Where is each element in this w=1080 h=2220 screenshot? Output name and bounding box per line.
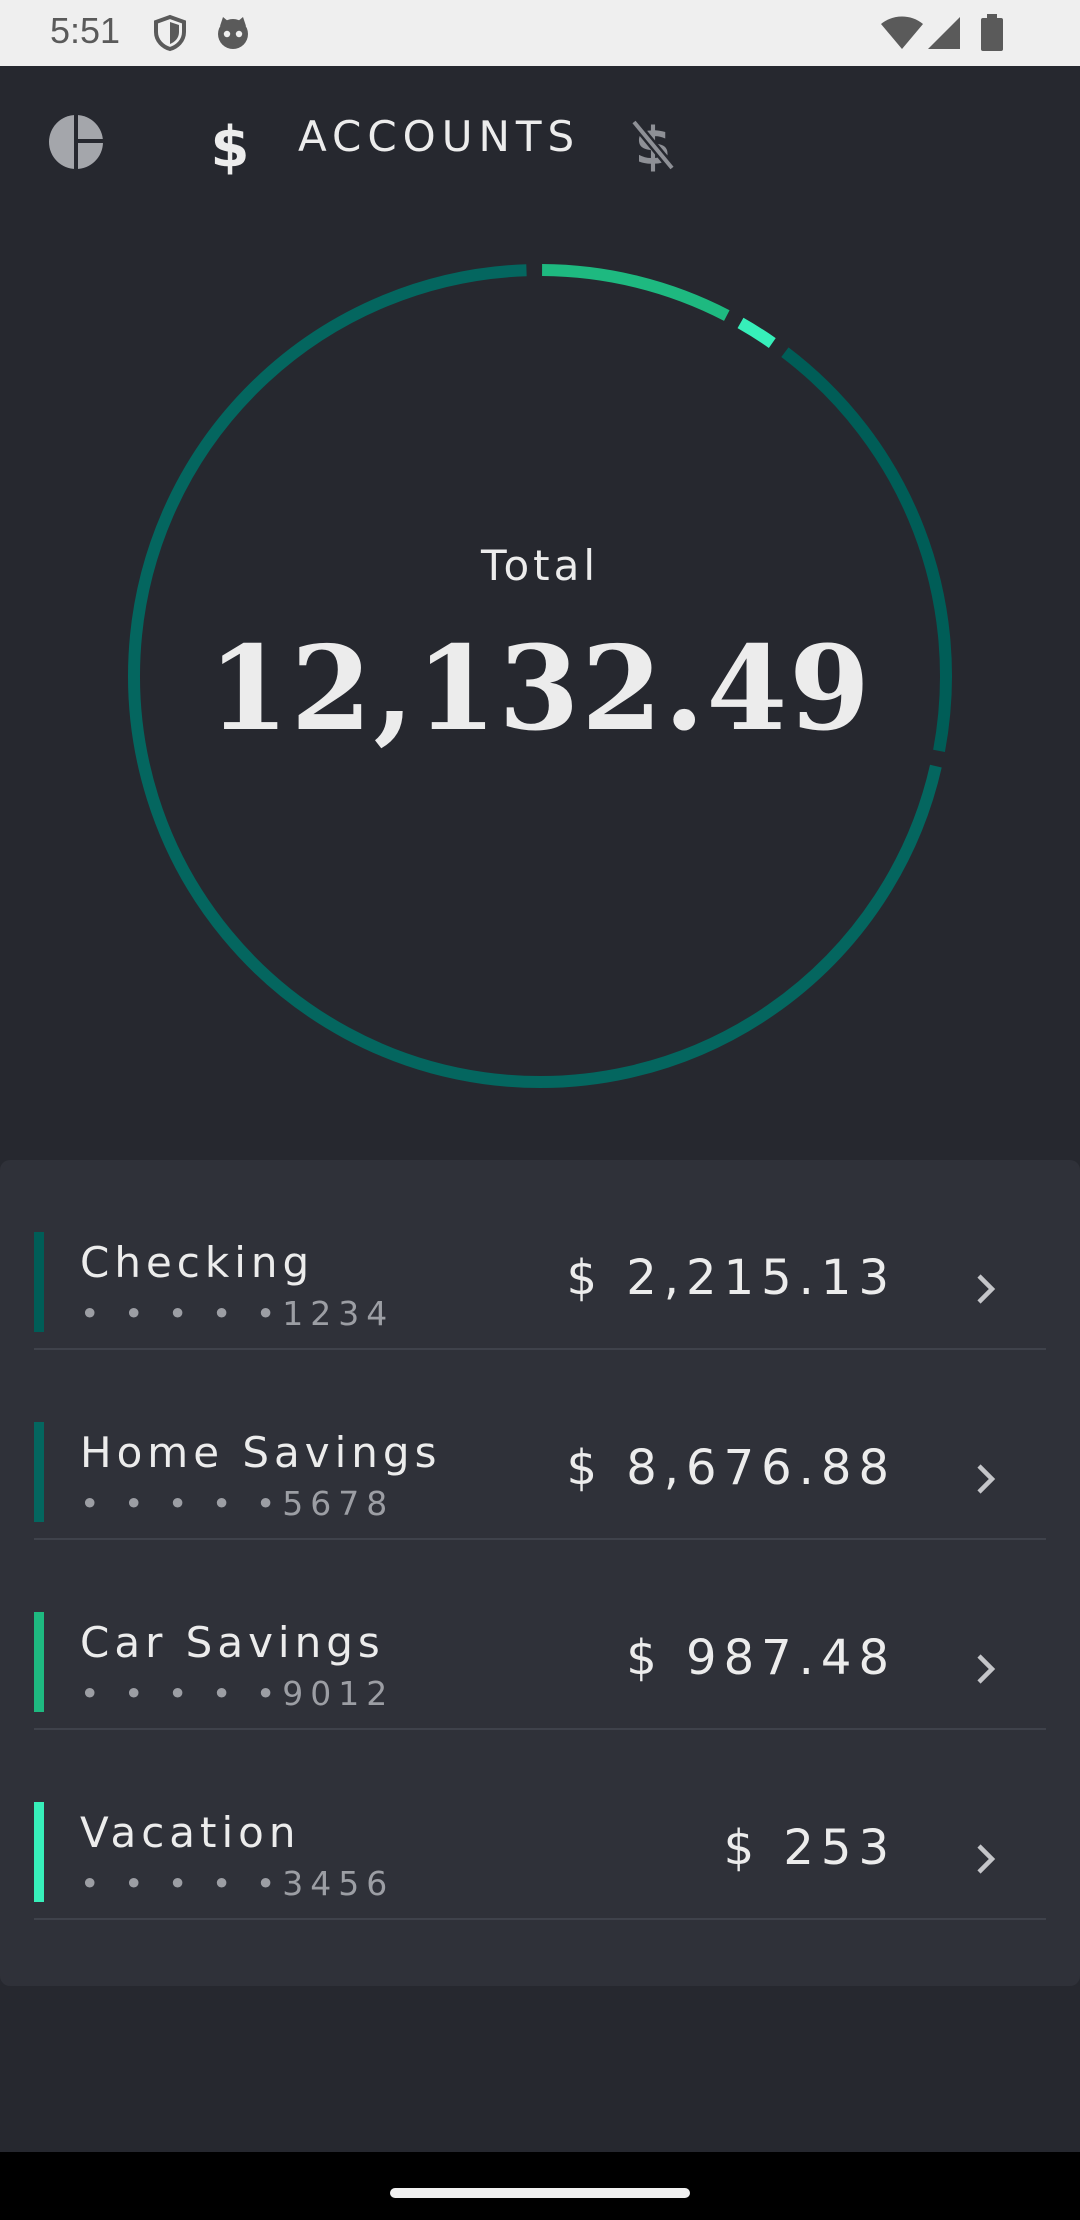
account-number: • • • • •1234	[80, 1294, 395, 1333]
account-amount: $ 987.48	[626, 1630, 896, 1686]
tab-bar: $ ACCOUNTS $	[0, 66, 1080, 216]
account-row-vacation[interactable]: Vacation • • • • •3456 $ 253	[34, 1730, 1046, 1920]
no-dollar-icon: $	[628, 117, 678, 177]
account-amount: $ 253	[723, 1820, 896, 1876]
donut-segment-vacation	[737, 317, 776, 348]
status-bar: 5:51	[0, 0, 1080, 66]
status-time: 5:51	[50, 10, 121, 51]
total-label: Total	[480, 541, 600, 590]
chevron-right-icon	[974, 1272, 998, 1311]
battery-icon	[980, 14, 1004, 57]
account-row-checking[interactable]: Checking • • • • •1234 $ 2,215.13	[34, 1160, 1046, 1350]
cat-face-icon	[214, 14, 252, 57]
account-amount: $ 2,215.13	[566, 1250, 896, 1306]
account-color-bar	[34, 1612, 44, 1712]
account-number: • • • • •9012	[80, 1674, 395, 1713]
account-color-bar	[34, 1802, 44, 1902]
account-color-bar	[34, 1422, 44, 1522]
account-color-bar	[34, 1232, 44, 1332]
donut-segment-car-savings	[542, 264, 730, 321]
account-name: Vacation	[80, 1808, 301, 1857]
svg-text:$: $	[211, 115, 250, 176]
account-name: Car Savings	[80, 1618, 385, 1667]
tab-bills[interactable]: $	[628, 116, 678, 177]
account-row-home-savings[interactable]: Home Savings • • • • •5678 $ 8,676.88	[34, 1350, 1046, 1540]
account-name: Home Savings	[80, 1428, 442, 1477]
total-donut-chart: Total 12,132.49	[0, 216, 1080, 1116]
accounts-list: Checking • • • • •1234 $ 2,215.13 Home S…	[0, 1160, 1080, 1986]
wifi-icon	[880, 16, 924, 55]
total-value: 12,132.49	[208, 621, 872, 757]
pie-chart-icon	[48, 114, 104, 174]
signal-icon	[926, 16, 962, 55]
account-amount: $ 8,676.88	[566, 1440, 896, 1496]
tab-overview[interactable]	[48, 114, 104, 175]
shield-icon	[152, 14, 188, 57]
account-number: • • • • •3456	[80, 1864, 395, 1903]
account-number: • • • • •5678	[80, 1484, 395, 1523]
dollar-icon: $	[210, 115, 250, 180]
chevron-right-icon	[974, 1842, 998, 1881]
navigation-bar	[0, 2152, 1080, 2220]
tab-accounts-label: ACCOUNTS	[298, 112, 581, 161]
home-gesture-handle[interactable]	[390, 2188, 690, 2198]
account-row-car-savings[interactable]: Car Savings • • • • •9012 $ 987.48	[34, 1540, 1046, 1730]
accounts-screen: 5:51 $ ACCOUNTS Total 12,132.49 Checking…	[0, 0, 1080, 2220]
tab-accounts[interactable]: $	[210, 114, 250, 181]
chevron-right-icon	[974, 1652, 998, 1691]
chevron-right-icon	[974, 1462, 998, 1501]
account-name: Checking	[80, 1238, 315, 1287]
